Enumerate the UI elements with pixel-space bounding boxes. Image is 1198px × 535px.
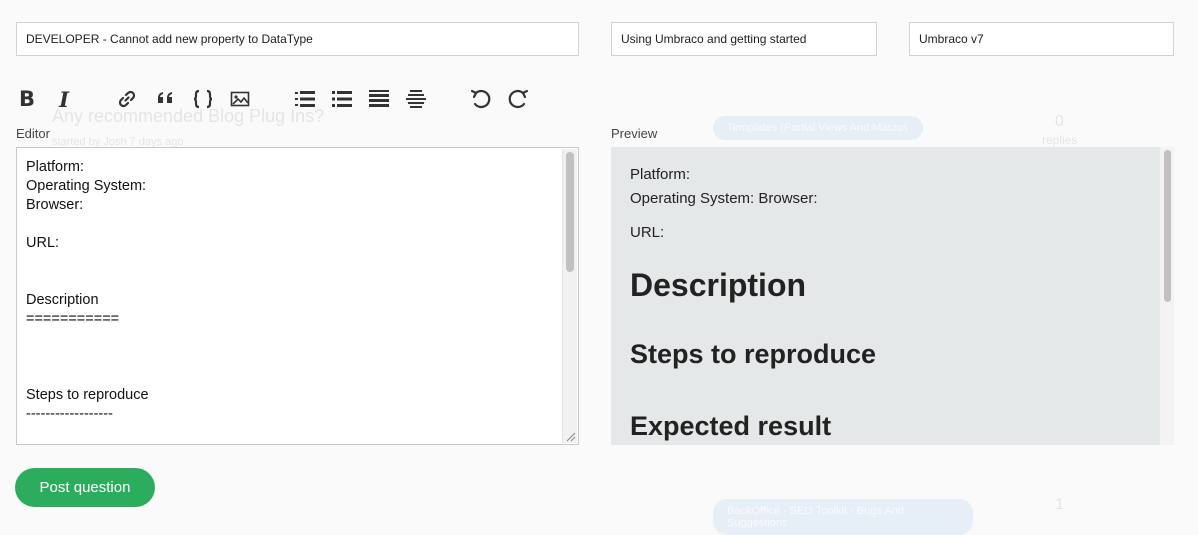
editor-scrollbar[interactable] [562, 149, 577, 443]
version-input[interactable] [909, 22, 1174, 56]
bullet-list-icon [332, 91, 352, 107]
horizontal-rule-icon [406, 90, 426, 108]
bold-icon: B [18, 87, 35, 111]
editor-scrollbar-thumb[interactable] [566, 152, 574, 272]
background-tag-seo: BackOffice - SEO Toolkit - Bugs And Sugg… [713, 499, 973, 535]
ordered-list-icon [295, 91, 315, 107]
preview-os-browser: Operating System: Browser: [630, 190, 818, 207]
markdown-preview: Platform: Operating System: Browser: URL… [611, 147, 1174, 445]
preview-label: Preview [611, 126, 658, 141]
image-icon [230, 91, 250, 107]
background-reply-count-2: 1 [1055, 496, 1064, 513]
heading-button[interactable] [366, 86, 392, 112]
preview-heading-description: Description [630, 267, 807, 303]
undo-icon [470, 89, 491, 109]
background-replies-label: replies [1042, 133, 1078, 147]
italic-icon: I [59, 86, 69, 112]
background-tag-templates: Templates (Partial Views And Macros [713, 116, 923, 140]
preview-scrollbar-thumb[interactable] [1164, 150, 1171, 302]
horizontal-rule-button[interactable] [403, 86, 429, 112]
quote-button[interactable] [153, 86, 179, 112]
preview-heading-steps: Steps to reproduce [630, 339, 877, 369]
ordered-list-button[interactable] [292, 86, 318, 112]
link-button[interactable] [114, 86, 140, 112]
editor-label: Editor [16, 126, 50, 141]
preview-platform: Platform: [630, 166, 691, 183]
link-icon [118, 90, 136, 108]
editor-content[interactable]: Platform: Operating System: Browser: URL… [17, 148, 578, 434]
italic-button[interactable]: I [51, 86, 77, 112]
bullet-list-button[interactable] [329, 86, 355, 112]
undo-button[interactable] [468, 86, 494, 112]
bold-button[interactable]: B [14, 86, 40, 112]
preview-heading-expected: Expected result [630, 411, 832, 441]
background-topic-title: Any recommended Blog Plug Ins? [52, 106, 325, 126]
resize-handle-icon[interactable] [566, 432, 576, 442]
preview-scrollbar[interactable] [1160, 147, 1174, 445]
preview-url: URL: [630, 224, 665, 241]
code-icon [193, 89, 213, 109]
redo-button[interactable] [505, 86, 531, 112]
redo-icon [508, 89, 529, 109]
question-title-input[interactable] [16, 22, 579, 56]
heading-icon [369, 90, 389, 107]
category-input[interactable] [611, 22, 877, 56]
background-reply-count: 0 [1055, 113, 1064, 130]
post-question-button[interactable]: Post question [15, 468, 155, 507]
image-button[interactable] [227, 86, 253, 112]
markdown-editor[interactable]: Platform: Operating System: Browser: URL… [16, 147, 579, 445]
code-button[interactable] [190, 86, 216, 112]
quote-icon [158, 92, 172, 103]
